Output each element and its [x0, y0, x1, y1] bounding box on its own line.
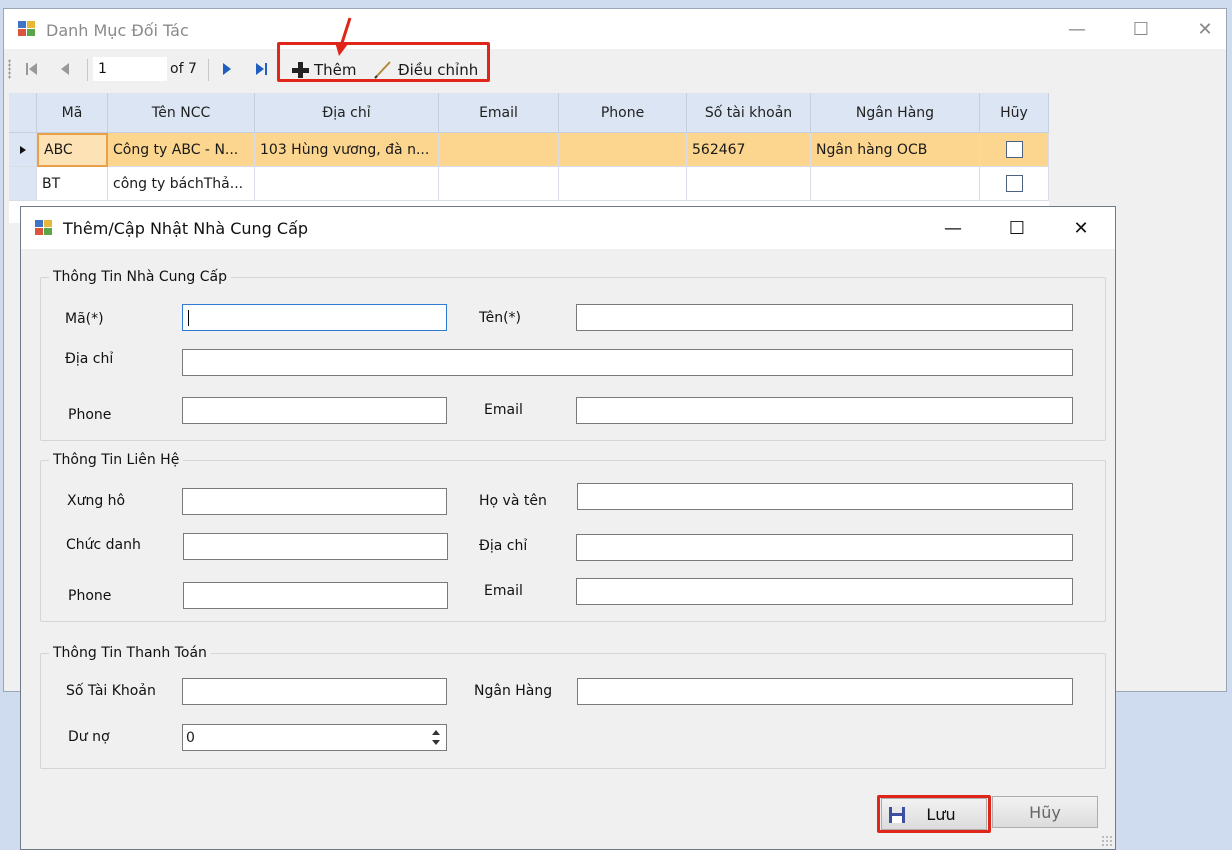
supplier-grid[interactable]: Mã Tên NCC Địa chỉ Email Phone Số tài kh… — [9, 93, 1049, 223]
toolbar-separator — [208, 59, 209, 81]
ngan-hang-input[interactable] — [577, 678, 1073, 705]
text-caret — [188, 310, 189, 326]
cell-ten[interactable]: Công ty ABC - N... — [108, 133, 255, 167]
email-input[interactable] — [576, 397, 1073, 424]
ma-label: Mã(*) — [65, 311, 104, 327]
dialog-titlebar: Thêm/Cập Nhật Nhà Cung Cấp — ☐ ✕ — [21, 207, 1115, 249]
dia-chi-input[interactable] — [182, 349, 1073, 376]
huy-checkbox[interactable] — [1005, 141, 1023, 158]
so-tai-khoan-label: Số Tài Khoản — [66, 683, 156, 699]
dialog-close-button[interactable]: ✕ — [1049, 207, 1113, 249]
cell-ma[interactable]: BT — [37, 167, 108, 201]
table-row[interactable]: ABC Công ty ABC - N... 103 Hùng vương, đ… — [9, 133, 1049, 167]
column-header[interactable]: Tên NCC — [108, 93, 255, 133]
column-header[interactable]: Hũy — [980, 93, 1049, 133]
toolbar-separator — [87, 59, 88, 81]
save-annotation-highlight — [877, 795, 991, 833]
dialog-title: Thêm/Cập Nhật Nhà Cung Cấp — [63, 219, 309, 238]
app-icon — [18, 21, 36, 37]
contact-dia-chi-label: Địa chỉ — [479, 538, 528, 554]
row-header — [9, 167, 37, 201]
close-button[interactable]: ✕ — [1182, 9, 1228, 49]
grid-header: Mã Tên NCC Địa chỉ Email Phone Số tài kh… — [9, 93, 1049, 133]
phone-label: Phone — [68, 407, 112, 423]
minimize-button[interactable]: — — [1054, 9, 1100, 49]
group-legend: Thông Tin Liên Hệ — [53, 452, 180, 468]
spinner-arrows-icon[interactable] — [428, 727, 444, 748]
ten-label: Tên(*) — [479, 310, 521, 326]
current-row-indicator — [9, 133, 37, 167]
contact-phone-input[interactable] — [183, 582, 448, 609]
column-header[interactable]: Phone — [559, 93, 687, 133]
cancel-button[interactable]: Hũy — [992, 796, 1098, 828]
huy-checkbox[interactable] — [1005, 175, 1023, 192]
maximize-button[interactable]: ☐ — [1118, 9, 1164, 49]
ngan-hang-label: Ngân Hàng — [474, 683, 553, 699]
group-legend: Thông Tin Thanh Toán — [53, 645, 207, 661]
cell-phone[interactable] — [559, 133, 687, 167]
column-header[interactable]: Ngân Hàng — [811, 93, 980, 133]
column-header[interactable]: Email — [439, 93, 559, 133]
cell-phone[interactable] — [559, 167, 687, 201]
move-previous-icon[interactable] — [56, 59, 76, 79]
cell-huy[interactable] — [980, 133, 1049, 167]
dia-chi-label: Địa chỉ — [65, 351, 114, 367]
cell-email[interactable] — [439, 133, 559, 167]
annotation-arrow-icon — [335, 17, 352, 56]
cell-ngan-hang[interactable] — [811, 167, 980, 201]
contact-dia-chi-input[interactable] — [576, 534, 1073, 561]
main-titlebar: Danh Mục Đối Tác — ☐ ✕ — [4, 9, 1226, 49]
cell-so-tai-khoan[interactable]: 562467 — [687, 133, 811, 167]
column-header[interactable]: Số tài khoản — [687, 93, 811, 133]
row-header-corner — [9, 93, 37, 133]
count-label: of 7 — [170, 61, 197, 77]
app-icon — [35, 220, 53, 236]
toolbar-grip[interactable] — [8, 59, 11, 79]
dialog-maximize-button[interactable]: ☐ — [985, 207, 1049, 249]
position-input[interactable] — [93, 57, 167, 81]
du-no-numeric-input[interactable]: 0 — [182, 724, 447, 751]
ten-input[interactable] — [576, 304, 1073, 331]
phone-input[interactable] — [182, 397, 447, 424]
contact-phone-label: Phone — [68, 588, 112, 604]
cancel-label: Hũy — [1029, 802, 1061, 822]
toolbar-annotation-highlight — [277, 42, 490, 82]
cell-huy[interactable] — [980, 167, 1049, 201]
cell-so-tai-khoan[interactable] — [687, 167, 811, 201]
du-no-value: 0 — [186, 730, 195, 746]
chuc-danh-input[interactable] — [183, 533, 448, 560]
ho-ten-label: Họ và tên — [479, 493, 547, 509]
row-arrow-icon — [19, 145, 26, 154]
xung-ho-label: Xưng hô — [67, 493, 126, 509]
cell-ngan-hang[interactable]: Ngân hàng OCB — [811, 133, 980, 167]
chuc-danh-label: Chức danh — [66, 537, 141, 553]
cell-email[interactable] — [439, 167, 559, 201]
group-legend: Thông Tin Nhà Cung Cấp — [53, 269, 228, 285]
email-label: Email — [484, 402, 523, 418]
cell-ma[interactable]: ABC — [37, 133, 108, 167]
table-row[interactable]: BT công ty báchThả... — [9, 167, 1049, 201]
xung-ho-input[interactable] — [182, 488, 447, 515]
move-last-icon[interactable] — [251, 59, 271, 79]
cell-dia-chi[interactable]: 103 Hùng vương, đà n... — [255, 133, 439, 167]
column-header[interactable]: Địa chỉ — [255, 93, 439, 133]
du-no-label: Dư nợ — [68, 729, 110, 745]
dialog-minimize-button[interactable]: — — [921, 207, 985, 249]
ho-ten-input[interactable] — [577, 483, 1073, 510]
cell-dia-chi[interactable] — [255, 167, 439, 201]
column-header[interactable]: Mã — [37, 93, 108, 133]
contact-email-input[interactable] — [576, 578, 1073, 605]
window-title: Danh Mục Đối Tác — [46, 21, 189, 40]
cell-ten[interactable]: công ty báchThả... — [108, 167, 255, 201]
ma-input[interactable] — [182, 304, 447, 331]
move-first-icon[interactable] — [22, 59, 42, 79]
resize-grip[interactable] — [1101, 835, 1113, 847]
so-tai-khoan-input[interactable] — [182, 678, 447, 705]
binding-navigator-toolbar: of 7 Thêm Điều chỉnh — [4, 49, 1226, 89]
supplier-dialog: Thêm/Cập Nhật Nhà Cung Cấp — ☐ ✕ Thông T… — [20, 206, 1116, 850]
contact-email-label: Email — [484, 583, 523, 599]
move-next-icon[interactable] — [217, 59, 237, 79]
